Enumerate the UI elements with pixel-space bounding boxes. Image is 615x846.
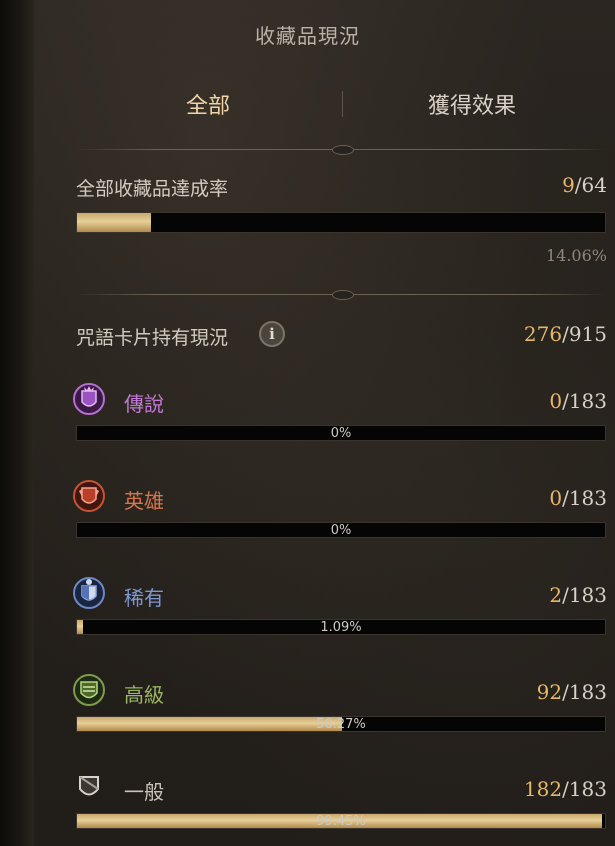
- overall-progress-bar: [76, 212, 606, 233]
- grade-percent: 99.45%: [316, 814, 366, 829]
- grade-count: 182/183: [524, 777, 607, 801]
- grade-name: 稀有: [124, 586, 164, 610]
- grade-percent: 0%: [330, 426, 352, 441]
- grade-separator: /: [562, 389, 569, 413]
- left-edge-shadow: [0, 0, 34, 846]
- overall-separator: /: [574, 173, 582, 197]
- grade-current: 92: [536, 680, 563, 704]
- tab-all[interactable]: 全部: [186, 88, 230, 120]
- grade-total: 183: [568, 389, 607, 413]
- legendary-crest-icon: [73, 383, 105, 415]
- overall-percent: 14.06%: [545, 246, 607, 265]
- advanced-crest-icon: [73, 674, 105, 706]
- overall-total: 64: [581, 173, 607, 197]
- grade-count: 0/183: [549, 486, 607, 510]
- rare-crest-icon: [73, 577, 105, 609]
- grade-separator: /: [562, 680, 569, 704]
- grade-total: 183: [568, 680, 607, 704]
- divider-top: [76, 145, 607, 155]
- grade-total: 183: [568, 486, 607, 510]
- grade-percent: 0%: [330, 523, 352, 538]
- grade-total: 183: [568, 777, 607, 801]
- info-icon[interactable]: i: [259, 321, 285, 347]
- grade-separator: /: [562, 583, 569, 607]
- grade-current: 182: [523, 777, 563, 801]
- grade-count: 0/183: [549, 389, 607, 413]
- grade-name: 傳說: [124, 392, 164, 416]
- tab-effects[interactable]: 獲得效果: [428, 88, 516, 120]
- grade-percent: 1.09%: [320, 620, 362, 635]
- tab-divider: [342, 91, 343, 117]
- grade-total: 183: [568, 583, 607, 607]
- grade-name: 一般: [124, 780, 164, 804]
- grade-percent: 50.27%: [316, 717, 366, 732]
- grade-progress-bar: 0%: [76, 522, 606, 538]
- grade-progress-bar: 1.09%: [76, 619, 606, 635]
- grade-progress-bar: 0%: [76, 425, 606, 441]
- common-crest-icon: [79, 776, 99, 796]
- grade-count: 2/183: [549, 583, 607, 607]
- grade-separator: /: [562, 486, 569, 510]
- hero-crest-icon: [73, 480, 105, 512]
- cards-separator: /: [562, 322, 569, 346]
- grade-separator: /: [562, 777, 569, 801]
- grade-name: 英雄: [124, 489, 164, 513]
- overall-count: 9/64: [562, 173, 607, 197]
- grade-current: 2: [549, 583, 563, 607]
- overall-progress-fill: [77, 213, 152, 232]
- grade-current: 0: [549, 486, 563, 510]
- cards-count: 276/915: [524, 322, 607, 346]
- overall-current: 9: [562, 173, 575, 197]
- overall-label: 全部收藏品達成率: [76, 178, 229, 200]
- cards-total: 915: [568, 322, 607, 346]
- cards-current: 276: [523, 322, 563, 346]
- grade-count: 92/183: [537, 680, 607, 704]
- divider-mid: [76, 290, 607, 300]
- grade-current: 0: [549, 389, 563, 413]
- page-title: 收藏品現況: [255, 24, 360, 48]
- grade-name: 高級: [124, 683, 164, 707]
- cards-label: 咒語卡片持有現況: [76, 327, 229, 349]
- grade-progress-bar: 50.27%: [76, 716, 606, 732]
- grade-progress-bar: 99.45%: [76, 813, 606, 829]
